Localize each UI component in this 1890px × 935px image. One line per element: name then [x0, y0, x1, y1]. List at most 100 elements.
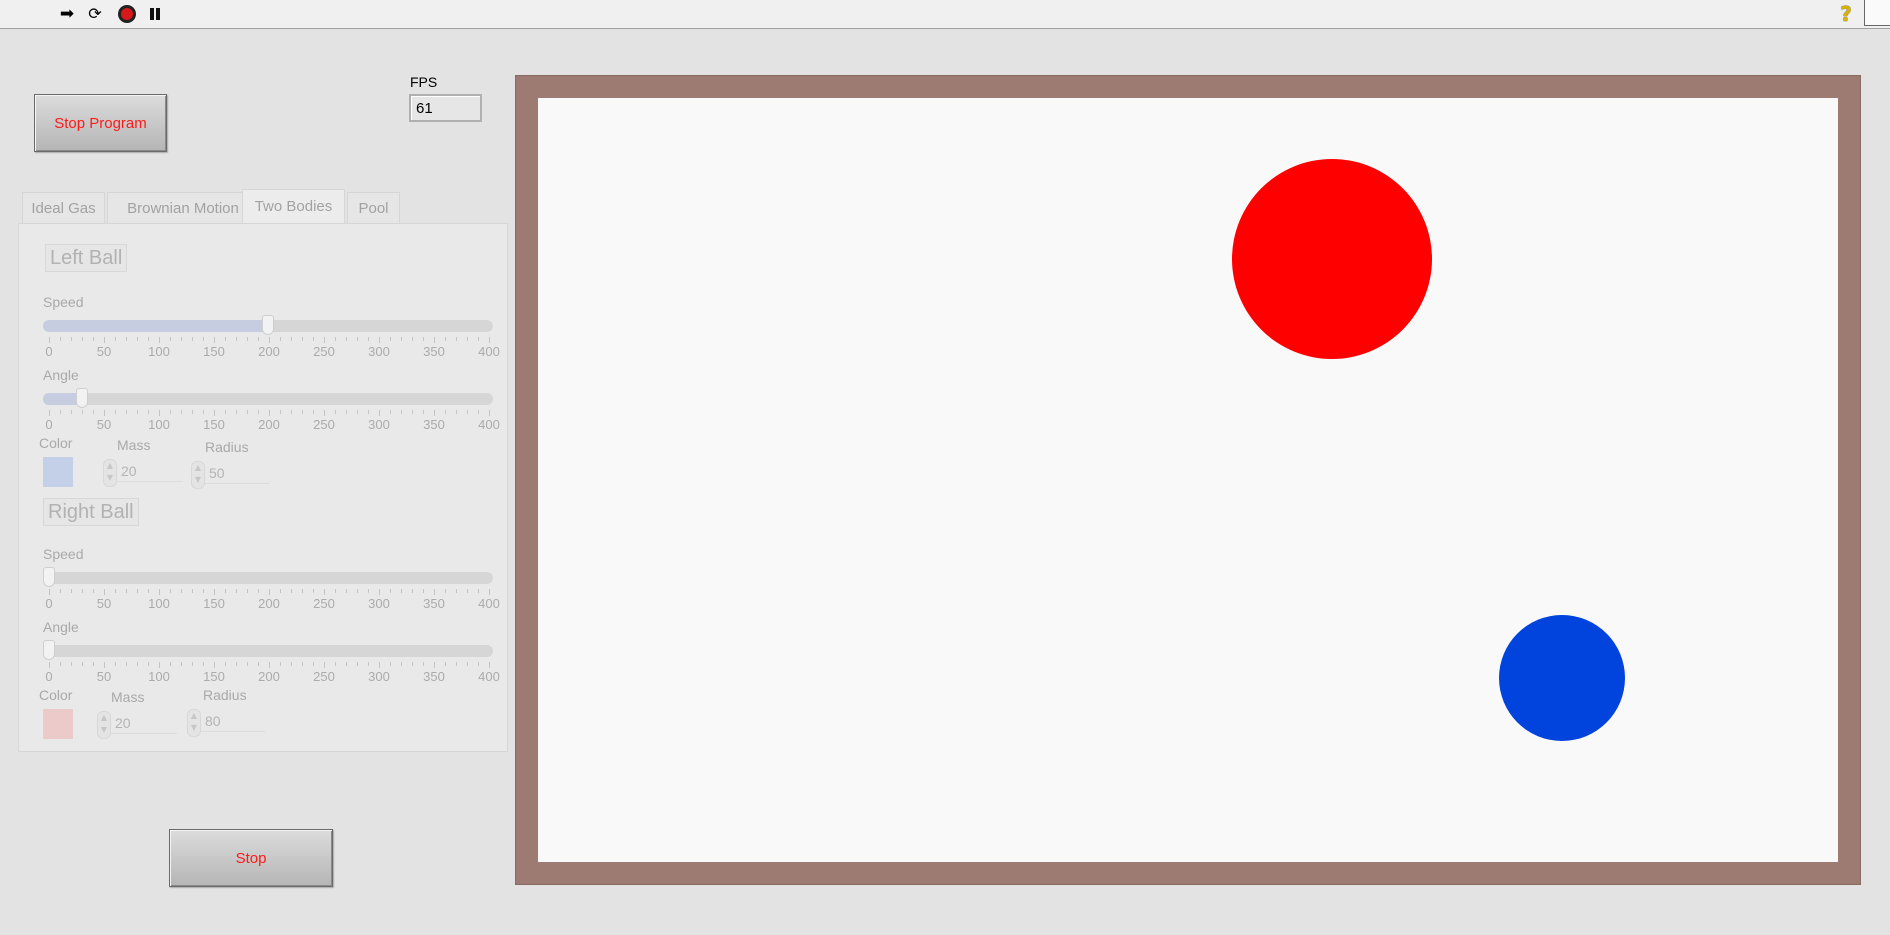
scale-tick — [236, 410, 237, 414]
scale-tick — [203, 337, 204, 341]
scale-tick — [379, 337, 380, 343]
scale-tick — [456, 410, 457, 414]
scale-tick — [489, 410, 490, 416]
scale-tick — [192, 410, 193, 414]
scale-tick — [357, 589, 358, 593]
scale-tick — [291, 662, 292, 666]
abort-execution-icon[interactable] — [117, 4, 137, 24]
scale-tick — [390, 589, 391, 593]
right-speed-scale: 0 50 100 150 200 250 300 350 400 — [45, 589, 500, 613]
right-mass-stepper[interactable]: ▲ ▼ 20 — [97, 711, 177, 739]
scale-tick-label: 50 — [96, 344, 112, 359]
scale-tick-label: 400 — [478, 344, 500, 359]
scale-tick-label: 350 — [423, 417, 445, 432]
scale-tick — [313, 337, 314, 341]
scale-tick — [60, 589, 61, 593]
scale-tick-label: 100 — [148, 344, 170, 359]
right-mass-value[interactable]: 20 — [115, 715, 131, 731]
scale-tick — [214, 589, 215, 595]
help-icon[interactable]: ? — [1836, 4, 1856, 24]
right-color-label: Color — [39, 687, 73, 703]
scale-tick — [445, 337, 446, 341]
scale-tick-label: 200 — [258, 417, 280, 432]
scale-tick — [192, 589, 193, 593]
left-radius-arrows-icon[interactable]: ▲ ▼ — [191, 461, 205, 489]
scale-tick-label: 350 — [423, 596, 445, 611]
left-radius-value[interactable]: 50 — [209, 465, 225, 481]
left-mass-value[interactable]: 20 — [121, 463, 137, 479]
left-speed-scale: 0 50 100 150 200 250 300 350 400 — [45, 337, 500, 361]
scale-tick — [368, 410, 369, 414]
scale-tick — [104, 662, 105, 668]
scale-tick-label: 300 — [368, 596, 390, 611]
right-angle-scale: 0 50 100 150 200 250 300 350 400 — [45, 662, 500, 686]
run-arrow-icon[interactable]: ➡ — [57, 4, 77, 24]
left-mass-arrows-icon[interactable]: ▲ ▼ — [103, 459, 117, 487]
right-speed-thumb[interactable] — [43, 567, 55, 587]
scale-tick — [192, 662, 193, 666]
right-radius-value[interactable]: 80 — [205, 713, 221, 729]
left-radius-stepper[interactable]: ▲ ▼ 50 — [191, 461, 269, 489]
scale-tick — [280, 337, 281, 341]
scale-tick — [280, 662, 281, 666]
scale-tick — [445, 662, 446, 666]
scale-tick — [247, 662, 248, 666]
stop-button[interactable]: Stop — [169, 829, 333, 887]
scale-tick-label: 50 — [96, 417, 112, 432]
left-speed-thumb[interactable] — [262, 315, 274, 335]
scale-tick — [148, 662, 149, 666]
right-speed-label: Speed — [43, 546, 84, 562]
scale-tick — [137, 337, 138, 341]
pause-icon[interactable] — [145, 4, 165, 24]
scale-tick — [258, 337, 259, 341]
scale-tick-label: 200 — [258, 344, 280, 359]
scale-tick — [93, 662, 94, 666]
scale-tick — [368, 337, 369, 341]
scale-tick — [269, 589, 270, 595]
scale-tick — [412, 410, 413, 414]
right-angle-thumb[interactable] — [43, 640, 55, 660]
scale-tick — [434, 337, 435, 343]
left-mass-stepper[interactable]: ▲ ▼ 20 — [103, 459, 183, 487]
tab-brownian-motion[interactable]: Brownian Motion — [107, 192, 259, 223]
scale-tick — [302, 589, 303, 593]
scale-tick — [291, 589, 292, 593]
left-speed-slider[interactable] — [43, 315, 493, 335]
scale-tick — [467, 662, 468, 666]
tab-ideal-gas[interactable]: Ideal Gas — [22, 192, 105, 223]
left-color-label: Color — [39, 435, 73, 451]
scale-tick — [368, 662, 369, 666]
scale-tick — [291, 410, 292, 414]
scale-tick — [137, 589, 138, 593]
scale-tick-label: 0 — [45, 417, 53, 432]
scale-tick-label: 250 — [313, 669, 335, 684]
scale-tick-label: 200 — [258, 596, 280, 611]
scale-tick — [434, 589, 435, 595]
scale-tick — [203, 662, 204, 666]
scale-tick — [71, 662, 72, 666]
scale-tick — [280, 589, 281, 593]
right-speed-slider[interactable] — [43, 567, 493, 587]
stop-program-button[interactable]: Stop Program — [34, 94, 167, 152]
run-continuously-icon[interactable]: ⟳ — [85, 4, 105, 24]
right-radius-arrows-icon[interactable]: ▲ ▼ — [187, 709, 201, 737]
left-angle-thumb[interactable] — [75, 388, 88, 408]
scale-tick-label: 200 — [258, 669, 280, 684]
right-angle-slider[interactable] — [43, 640, 493, 660]
right-radius-stepper[interactable]: ▲ ▼ 80 — [187, 709, 265, 737]
scale-tick — [379, 410, 380, 416]
simulation-frame — [515, 75, 1861, 885]
left-angle-slider[interactable] — [43, 388, 493, 408]
scale-tick — [225, 662, 226, 666]
scale-tick — [159, 662, 160, 668]
left-color-swatch[interactable] — [43, 457, 73, 487]
right-mass-arrows-icon[interactable]: ▲ ▼ — [97, 711, 111, 739]
right-color-swatch[interactable] — [43, 709, 73, 739]
scale-tick — [71, 410, 72, 414]
tab-pool[interactable]: Pool — [347, 192, 400, 223]
left-mass-label: Mass — [117, 437, 151, 453]
tab-two-bodies[interactable]: Two Bodies — [242, 189, 345, 223]
blue-ball — [1499, 615, 1625, 741]
scale-tick-label: 100 — [148, 596, 170, 611]
scale-tick — [82, 410, 83, 414]
